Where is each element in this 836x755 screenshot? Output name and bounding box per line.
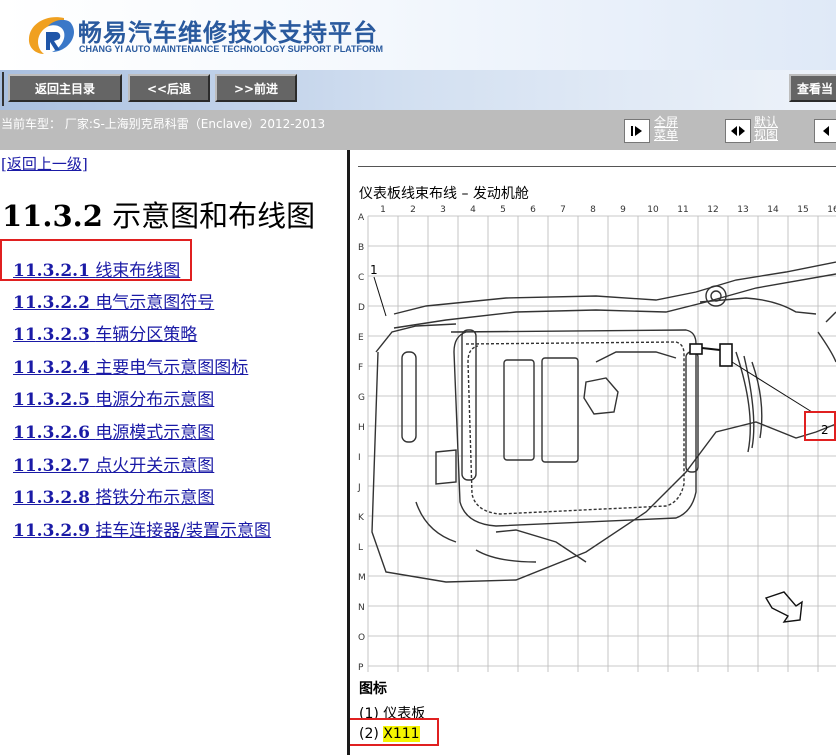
toolbar: 返回主目录 <<后退 >>前进 查看当	[0, 70, 836, 110]
left-navigation-pane: [返回上一级] 11.3.2 示意图和布线图 11.3.2.1 线束布线图 11…	[0, 150, 347, 755]
grid-row-label: N	[358, 603, 365, 613]
grid-row-label: K	[358, 513, 365, 523]
grid-column-label: 7	[560, 205, 566, 215]
horizontal-rule	[358, 166, 836, 167]
grid-row-label: L	[358, 543, 363, 553]
forward-button[interactable]: >>前进	[215, 74, 297, 102]
diagram-grid	[367, 215, 836, 672]
header-banner: 畅易汽车维修技术支持平台 CHANG YI AUTO MAINTENANCE T…	[0, 0, 836, 70]
grid-column-label: 3	[440, 205, 446, 215]
toc-link-ground-distribution[interactable]: 11.3.2.8 搭铁分布示意图	[13, 483, 214, 508]
back-to-parent-link[interactable]: [返回上一级]	[1, 153, 88, 174]
info-bar: 当前车型： 厂家:S-上海别克昂科雷（Enclave）2012-2013 全屏菜…	[0, 110, 836, 150]
collapse-panel-icon[interactable]	[814, 119, 836, 143]
current-vehicle-text: 当前车型： 厂家:S-上海别克昂科雷（Enclave）2012-2013	[1, 117, 326, 131]
grid-row-label: E	[358, 333, 364, 343]
grid-row-label: O	[358, 633, 365, 643]
harness-wire	[701, 347, 721, 351]
grid-column-label: 6	[530, 205, 536, 215]
grid-column-label: 8	[590, 205, 596, 215]
toc-link-trailer-connector[interactable]: 11.3.2.9 挂车连接器/装置示意图	[13, 516, 271, 541]
grid-column-label: 2	[410, 205, 416, 215]
grid-column-label: 11	[677, 205, 688, 215]
grid-row-label: M	[358, 573, 366, 583]
grid-row-label: P	[358, 663, 364, 672]
toc-link-vehicle-zoning[interactable]: 11.3.2.3 车辆分区策略	[13, 320, 197, 345]
grid-column-label: 4	[470, 205, 476, 215]
legend-x111-highlight	[350, 718, 439, 746]
grid-row-label: C	[358, 273, 364, 283]
grid-column-label: 16	[827, 205, 836, 215]
toc-link-schematic-icons[interactable]: 11.3.2.4 主要电气示意图图标	[13, 353, 248, 378]
default-view-link[interactable]: 默认 视图	[754, 116, 778, 142]
content-pane: 仪表板线束布线 – 发动机舱 1 2 3 4 5 6 7 8 9 10 11 12 13 14 15 16 A…	[350, 150, 836, 755]
grid-column-label: 5	[500, 205, 506, 215]
grid-column-label: 13	[737, 205, 748, 215]
grid-row-label: A	[358, 213, 365, 223]
grid-row-label: J	[357, 483, 361, 493]
grid-row-label: I	[358, 453, 361, 463]
fullscreen-toggle-icon[interactable]	[624, 119, 650, 143]
grid-row-label: D	[358, 303, 365, 313]
platform-title: 畅易汽车维修技术支持平台	[78, 19, 378, 47]
back-button[interactable]: <<后退	[128, 74, 210, 102]
toc-link-power-mode[interactable]: 11.3.2.6 电源模式示意图	[13, 418, 214, 443]
page-title: 11.3.2 示意图和布线图	[2, 199, 316, 233]
toc-link-harness-routing[interactable]: 11.3.2.1 线束布线图	[13, 256, 180, 281]
legend-title: 图标	[359, 681, 387, 697]
callout-1: 1	[370, 263, 378, 277]
home-button[interactable]: 返回主目录	[8, 74, 122, 102]
forward-direction-arrow-icon	[764, 591, 803, 623]
toolbar-divider	[2, 72, 4, 106]
grid-column-label: 10	[647, 205, 659, 215]
callout-2: 2	[821, 423, 829, 437]
diagram-title: 仪表板线束布线 – 发动机舱	[359, 186, 529, 202]
grid-row-label: G	[358, 393, 365, 403]
dashboard-outline	[371, 261, 836, 583]
grid-column-label: 1	[380, 205, 386, 215]
grid-row-label: H	[358, 423, 365, 433]
cr-swirl-logo	[24, 12, 78, 62]
toc-link-ignition-switch[interactable]: 11.3.2.7 点火开关示意图	[13, 451, 214, 476]
diagram-column-labels: 1 2 3 4 5 6 7 8 9 10 11 12 13 14 15 16	[380, 205, 836, 215]
grid-column-label: 14	[767, 205, 779, 215]
view-current-button[interactable]: 查看当	[789, 74, 836, 102]
platform-subtitle: CHANG YI AUTO MAINTENANCE TECHNOLOGY SUP…	[79, 44, 384, 54]
grid-row-label: F	[358, 363, 363, 373]
toc-link-electrical-symbols[interactable]: 11.3.2.2 电气示意图符号	[13, 288, 214, 313]
toc-link-power-distribution[interactable]: 11.3.2.5 电源分布示意图	[13, 385, 214, 410]
default-view-icon[interactable]	[725, 119, 751, 143]
grid-column-label: 12	[707, 205, 718, 215]
callout-1-leader	[373, 276, 387, 317]
diagram-row-labels: A B C D E F G H I J K L M N O P	[357, 213, 366, 672]
callout-2-leader	[731, 361, 813, 413]
grid-column-label: 9	[620, 205, 626, 215]
harness-routing-diagram: 1 2 3 4 5 6 7 8 9 10 11 12 13 14 15 16 ABCDEFGHIJKLMNOP	[357, 205, 836, 672]
grid-row-label: B	[358, 243, 364, 253]
grid-column-label: 15	[797, 205, 808, 215]
fullscreen-menu-link[interactable]: 全屏 菜单	[654, 116, 678, 142]
